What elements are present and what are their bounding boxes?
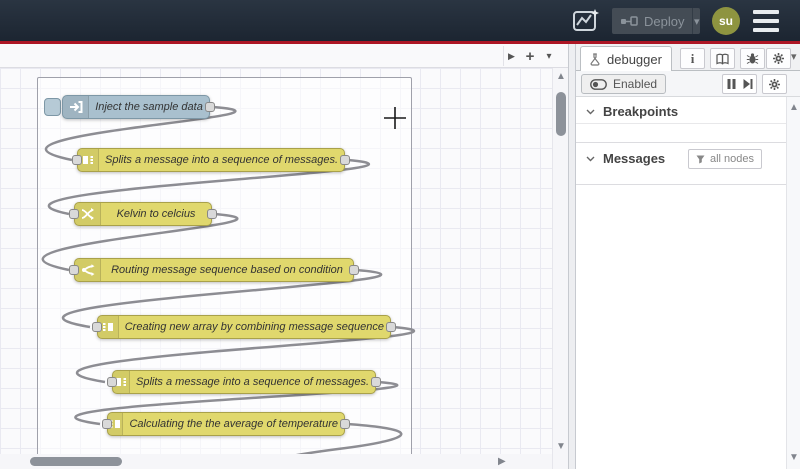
scroll-down-icon[interactable]: ▼ — [789, 453, 799, 463]
flow-list-button[interactable]: ▾ — [541, 46, 557, 66]
output-port[interactable] — [349, 265, 359, 275]
debugger-panel: Breakpoints Messages all nodes — [576, 97, 800, 469]
messages-section-header[interactable]: Messages — [576, 151, 665, 166]
flow-node-inject[interactable]: Inject the sample data — [62, 95, 215, 119]
sidebar: debugger i ▾ Enabled Breakpoints Message… — [576, 44, 800, 469]
gear-icon — [772, 52, 785, 65]
bug-icon — [746, 52, 759, 65]
flask-icon — [589, 52, 601, 66]
tab-scroll-right-button[interactable]: ▶ — [503, 46, 519, 66]
plus-icon: + — [525, 47, 535, 65]
config-tab-button[interactable] — [766, 48, 791, 69]
chevron-down-icon: ▾ — [693, 15, 700, 28]
flow-node-change[interactable]: Kelvin to celcius — [69, 202, 217, 226]
flow-canvas[interactable]: ▶ + ▾ Inject the sample data Splits a me… — [0, 44, 568, 469]
node-label: Inject the sample data — [95, 101, 203, 113]
canvas-horizontal-scrollbar[interactable]: ▶ — [0, 454, 552, 469]
node-label: Creating new array by combining message … — [124, 321, 384, 333]
flow-node-join[interactable]: Creating new array by combining message … — [92, 315, 396, 339]
gear-icon — [768, 78, 781, 91]
input-port[interactable] — [69, 209, 79, 219]
node-label: Kelvin to celcius — [116, 208, 196, 220]
enabled-label: Enabled — [613, 77, 658, 91]
node-label: Splits a message into a sequence of mess… — [105, 154, 338, 166]
step-forward-icon — [743, 79, 753, 89]
toggle-on-icon — [590, 78, 607, 90]
debug-tab-button[interactable] — [740, 48, 765, 69]
message-filter-button[interactable]: all nodes — [687, 149, 762, 169]
debugger-toolbar: Enabled — [576, 71, 800, 97]
help-tab-button[interactable] — [710, 48, 735, 69]
horizontal-scroll-thumb[interactable] — [30, 457, 122, 466]
avatar-initials: su — [718, 14, 733, 28]
input-port[interactable] — [107, 377, 117, 387]
pause-icon — [727, 79, 736, 89]
play-right-icon: ▶ — [508, 50, 515, 61]
flow-node-join[interactable]: Calculating the the average of temperatu… — [102, 412, 350, 436]
vertical-scroll-thumb[interactable] — [556, 92, 566, 136]
input-port[interactable] — [102, 419, 112, 429]
info-icon: i — [690, 50, 695, 66]
step-button[interactable] — [739, 74, 757, 94]
add-flow-button[interactable]: + — [521, 46, 539, 66]
user-avatar[interactable]: su — [712, 7, 740, 35]
deploy-options-button[interactable]: ▾ — [692, 8, 700, 34]
node-label: Splits a message into a sequence of mess… — [136, 376, 369, 388]
sidebar-tabs-menu-button[interactable]: ▾ — [791, 50, 797, 63]
funnel-icon — [696, 155, 705, 164]
filter-label: all nodes — [709, 153, 754, 165]
deploy-button[interactable]: Deploy ▾ — [612, 8, 700, 34]
output-port[interactable] — [207, 209, 217, 219]
flow-node-split[interactable]: Splits a message into a sequence of mess… — [72, 148, 350, 172]
debugger-enabled-toggle[interactable]: Enabled — [581, 74, 667, 94]
scroll-up-icon[interactable]: ▲ — [556, 72, 566, 82]
hamburger-icon — [753, 10, 779, 14]
node-label: Calculating the the average of temperatu… — [129, 418, 338, 430]
info-tab-button[interactable]: i — [680, 48, 705, 69]
deploy-icon — [620, 14, 638, 28]
output-port[interactable] — [340, 419, 350, 429]
sidebar-tab-bar: debugger i ▾ — [576, 44, 800, 71]
breakpoints-section-header[interactable]: Breakpoints — [576, 100, 786, 124]
output-port[interactable] — [340, 155, 350, 165]
inject-icon — [63, 96, 89, 118]
scroll-down-icon[interactable]: ▼ — [556, 442, 566, 452]
flow-node-split[interactable]: Splits a message into a sequence of mess… — [107, 370, 381, 394]
inject-trigger-button[interactable] — [44, 98, 61, 116]
input-port[interactable] — [92, 322, 102, 332]
debugger-settings-button[interactable] — [762, 74, 787, 94]
output-port[interactable] — [371, 377, 381, 387]
input-port[interactable] — [69, 265, 79, 275]
flow-node-switch[interactable]: Routing message sequence based on condit… — [69, 258, 359, 282]
chevron-down-icon: ▾ — [546, 50, 552, 62]
breakpoints-list — [576, 124, 786, 143]
flow-assistant-button[interactable] — [570, 7, 601, 35]
book-icon — [716, 53, 729, 65]
sidebar-scrollbar[interactable]: ▲ ▼ — [786, 97, 800, 469]
canvas-vertical-scrollbar[interactable]: ▲ ▼ — [552, 68, 568, 469]
chevron-down-icon — [586, 156, 595, 162]
workspace-tab-strip: ▶ + ▾ — [0, 44, 568, 68]
input-port[interactable] — [72, 155, 82, 165]
chevron-down-icon: ▾ — [791, 51, 797, 63]
pause-button[interactable] — [722, 74, 740, 94]
section-title: Breakpoints — [603, 104, 679, 119]
sidebar-resize-handle[interactable] — [568, 44, 576, 469]
crosshair-cursor — [382, 105, 408, 131]
main-menu-button[interactable] — [752, 10, 780, 32]
output-port[interactable] — [386, 322, 396, 332]
tab-label: debugger — [607, 51, 662, 67]
deploy-label: Deploy — [644, 13, 685, 29]
app-header: Deploy ▾ su — [0, 0, 800, 41]
scroll-up-icon[interactable]: ▲ — [789, 103, 799, 113]
messages-section: Messages all nodes — [576, 143, 786, 185]
section-title: Messages — [603, 151, 666, 166]
scroll-right-icon[interactable]: ▶ — [498, 457, 506, 467]
chevron-down-icon — [586, 109, 595, 115]
flow-sparkle-icon — [572, 8, 600, 34]
node-label: Routing message sequence based on condit… — [111, 264, 343, 276]
output-port[interactable] — [205, 102, 215, 112]
tab-debugger[interactable]: debugger — [580, 46, 672, 71]
